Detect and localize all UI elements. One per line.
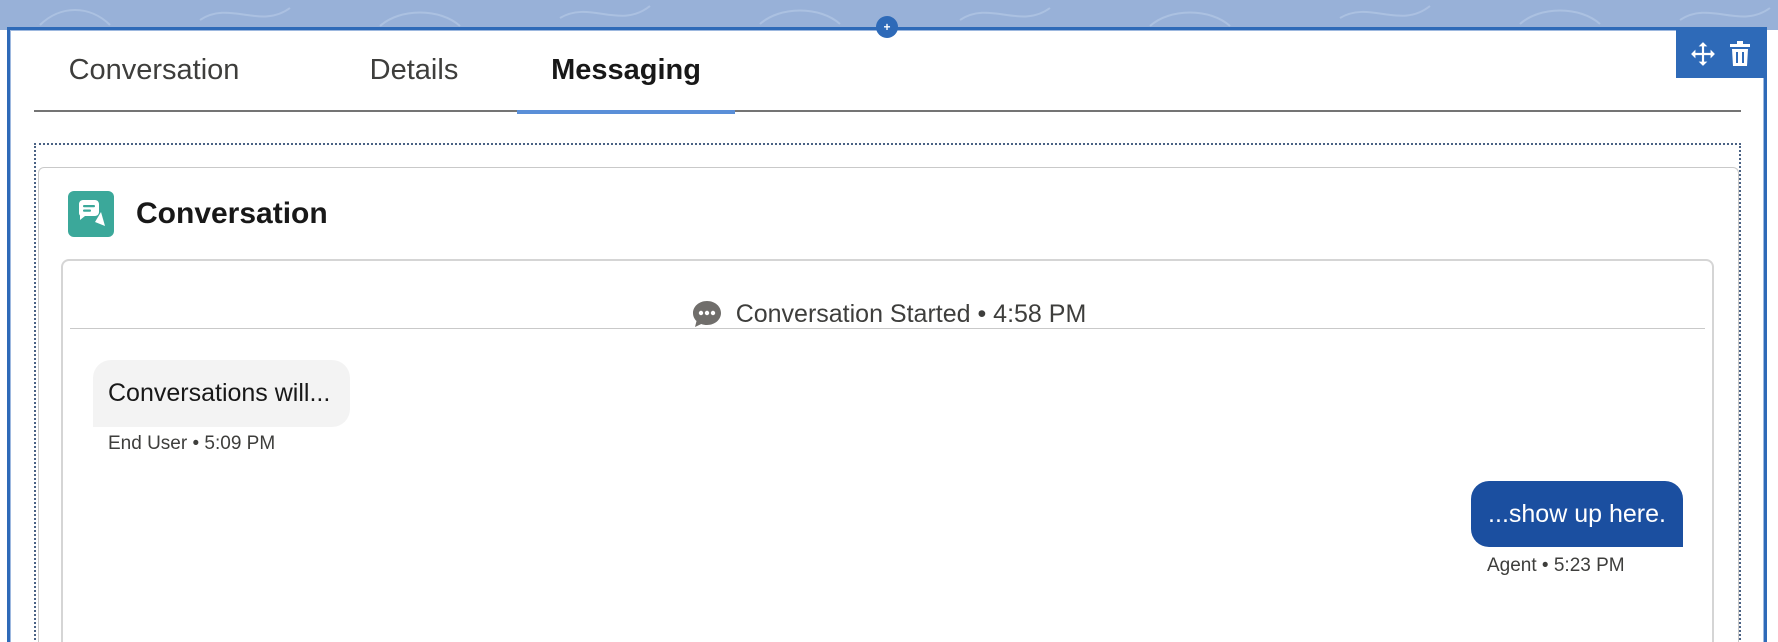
tab-messaging[interactable]: Messaging: [517, 40, 735, 114]
conversation-divider: [70, 328, 1705, 329]
add-component-button[interactable]: +: [876, 16, 898, 38]
tab-conversation[interactable]: Conversation: [34, 40, 274, 112]
tab-label: Messaging: [551, 54, 701, 86]
message-bubble-agent: ...show up here.: [1471, 481, 1683, 547]
chat-bubble-icon: [79, 200, 105, 226]
tab-details[interactable]: Details: [334, 40, 494, 112]
chat-event-icon: [692, 301, 721, 327]
tab-bar: Conversation Details Messaging: [34, 40, 1741, 114]
message-meta-agent: Agent • 5:23 PM: [1487, 555, 1625, 576]
message-bubble-end-user: Conversations will...: [93, 360, 350, 427]
card-icon: [68, 191, 114, 237]
card-title: Conversation: [136, 197, 328, 230]
tab-label: Conversation: [68, 54, 240, 86]
message-meta-end-user: End User • 5:09 PM: [108, 433, 276, 454]
conversation-started-label: Conversation Started • 4:58 PM: [735, 299, 1087, 328]
tab-label: Details: [369, 54, 459, 86]
